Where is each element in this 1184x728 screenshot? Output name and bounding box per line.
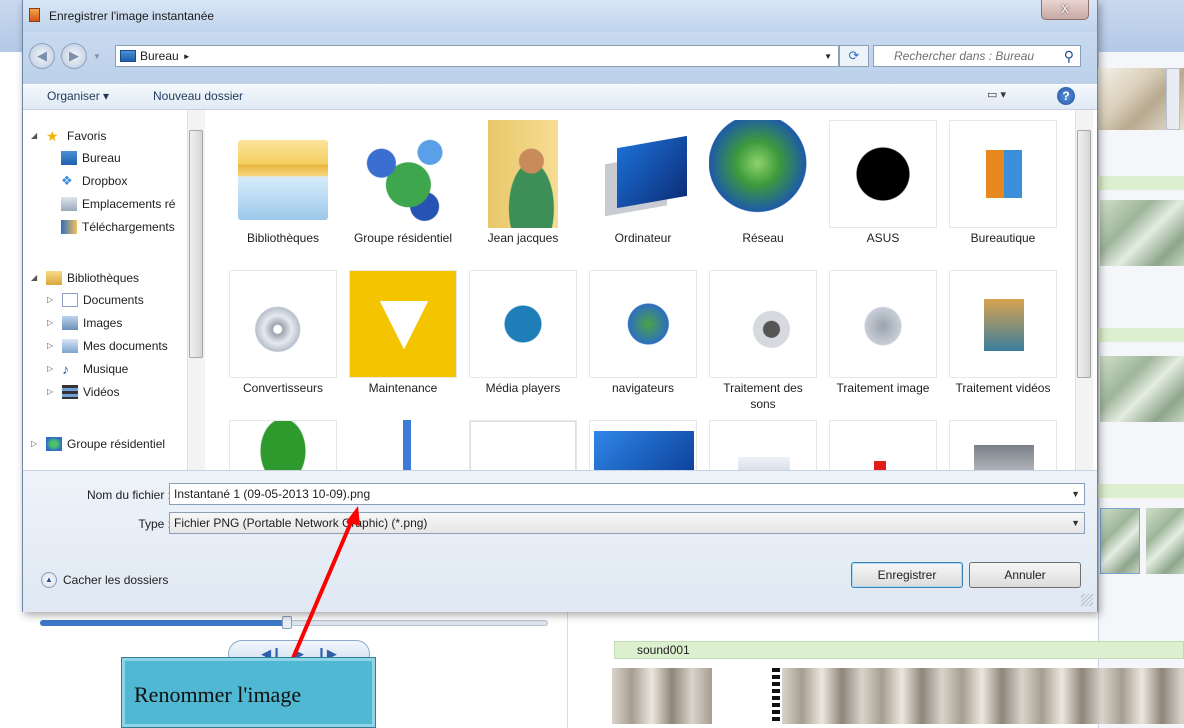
- annotation-arrow-head: [346, 506, 360, 526]
- annotation-arrow: [268, 506, 360, 713]
- annotation-callout: Renommer l'image: [121, 657, 376, 728]
